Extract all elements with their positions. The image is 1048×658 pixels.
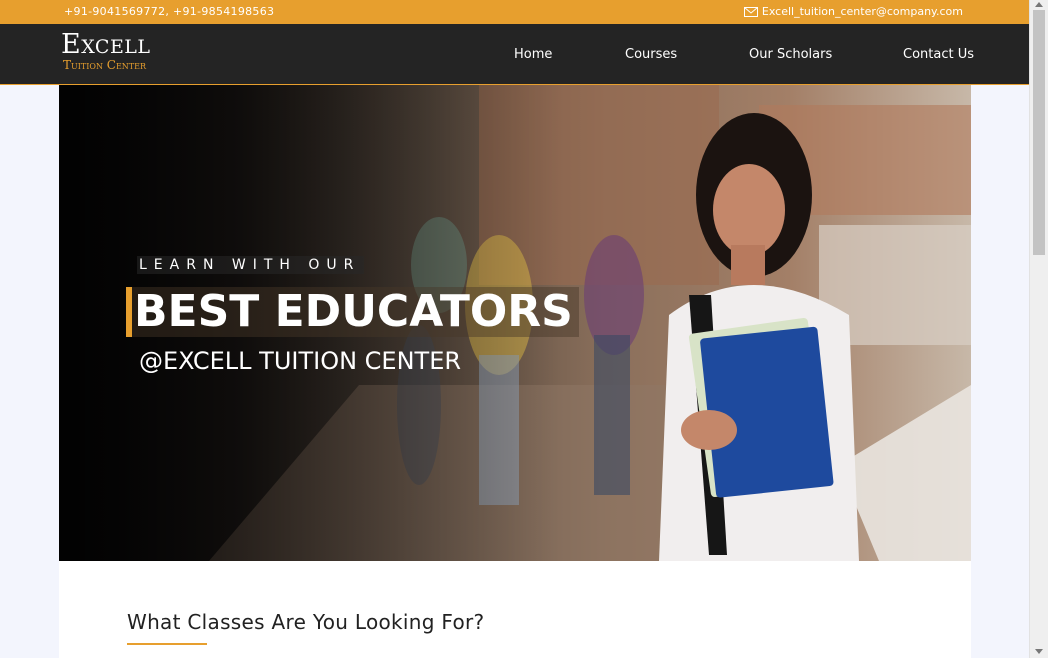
nav-contact-us[interactable]: Contact Us [903,47,974,62]
mail-icon [743,6,758,17]
nav-home[interactable]: Home [514,47,552,62]
phone-numbers: +91-9041569772, +91-9854198563 [64,5,275,18]
top-info-bar: +91-9041569772, +91-9854198563 Excell_tu… [0,0,1029,24]
logo-subtitle: Tuition Center [63,58,146,72]
classes-section: What Classes Are You Looking For? [59,561,971,658]
classes-heading: What Classes Are You Looking For? [127,610,485,634]
scroll-up-icon[interactable] [1035,2,1043,7]
heading-underline [127,643,207,645]
scrollbar-thumb[interactable] [1033,10,1045,255]
hero-banner: LEARN WITH OUR BEST EDUCATORS @EXCELL TU… [59,85,971,561]
page-scrollbar[interactable] [1029,0,1048,658]
email-address[interactable]: Excell_tuition_center@company.com [762,5,963,18]
main-navbar: Excell Tuition Center Home Courses Our S… [0,24,1029,85]
nav-our-scholars[interactable]: Our Scholars [749,47,832,62]
hero-subtitle: @EXCELL TUITION CENTER [139,347,462,375]
email-contact[interactable]: Excell_tuition_center@company.com [743,5,963,18]
logo-title: Excell [61,29,151,60]
nav-courses[interactable]: Courses [625,47,677,62]
hero-kicker: LEARN WITH OUR [137,256,365,274]
site-logo[interactable]: Excell Tuition Center [61,31,171,77]
scroll-down-icon[interactable] [1035,649,1043,654]
hero-headline: BEST EDUCATORS [132,287,579,337]
